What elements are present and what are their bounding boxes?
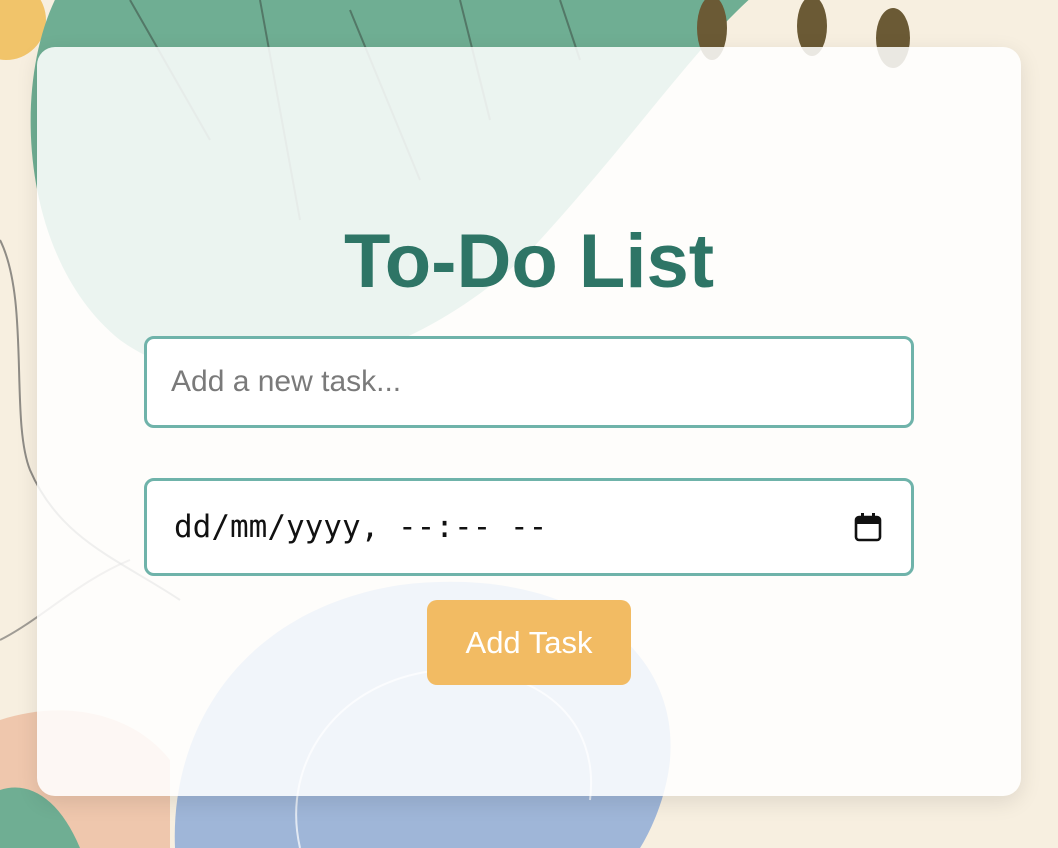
datetime-value: dd/mm/yyyy, --:-- -- [174, 509, 548, 545]
calendar-icon[interactable] [852, 511, 884, 543]
page-title: To-Do List [343, 219, 715, 304]
todo-card: To-Do List dd/mm/yyyy, --:-- -- Add Task [37, 47, 1021, 796]
add-task-button[interactable]: Add Task [427, 600, 631, 685]
task-input[interactable] [144, 336, 914, 428]
datetime-input[interactable]: dd/mm/yyyy, --:-- -- [144, 478, 914, 576]
